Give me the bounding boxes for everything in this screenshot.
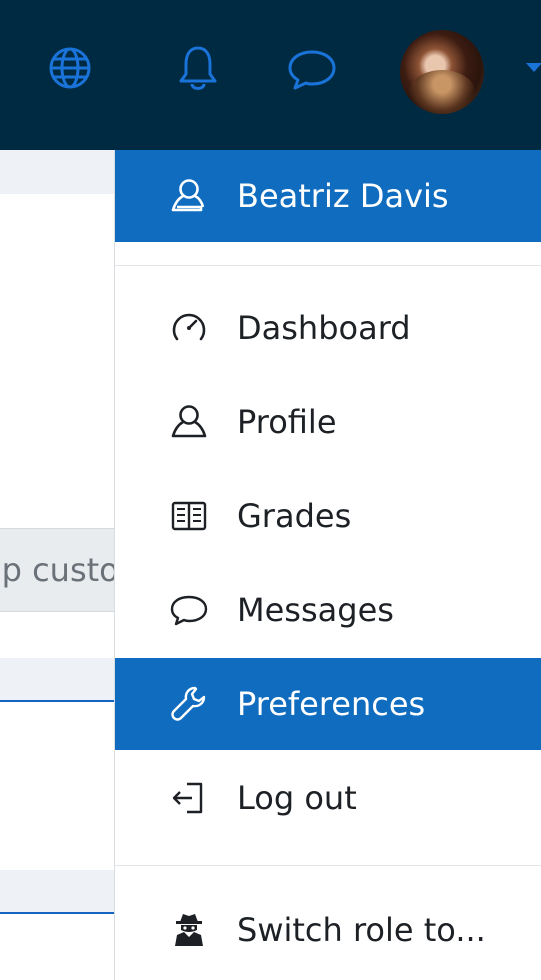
globe-icon[interactable] [42,40,98,96]
menu-item-logout[interactable]: Log out [115,752,541,844]
page-section-strip [0,658,114,702]
page-section-strip-2 [0,870,114,914]
menu-user-header[interactable]: Beatriz Davis [115,150,541,242]
user-icon [167,174,211,218]
menu-item-switch-role-label: Switch role to... [237,911,486,949]
menu-divider [115,865,541,866]
user-dropdown-menu: Beatriz Davis Dashboard Profile Grades M… [114,150,541,980]
user-secret-icon [167,908,211,952]
book-icon [167,494,211,538]
section-underline-2 [0,912,114,914]
menu-item-messages[interactable]: Messages [115,564,541,656]
menu-item-preferences-label: Preferences [237,685,426,723]
avatar[interactable] [400,30,484,114]
menu-item-logout-label: Log out [237,779,357,817]
speech-bubble-icon [167,588,211,632]
menu-item-dashboard[interactable]: Dashboard [115,282,541,374]
menu-item-grades-label: Grades [237,497,352,535]
menu-item-preferences[interactable]: Preferences [115,658,541,750]
speech-bubble-icon[interactable] [284,40,340,96]
user-icon [167,400,211,444]
menu-item-dashboard-label: Dashboard [237,309,411,347]
caret-down-icon[interactable] [526,63,541,72]
menu-item-profile-label: Profile [237,403,337,441]
menu-divider [115,265,541,266]
bell-icon[interactable] [170,40,226,96]
background-input-text: op custo [0,551,119,589]
background-input[interactable]: op custo [0,528,120,612]
menu-item-messages-label: Messages [237,591,394,629]
sign-out-icon [167,776,211,820]
section-underline [0,700,114,702]
menu-item-grades[interactable]: Grades [115,470,541,562]
menu-item-profile[interactable]: Profile [115,376,541,468]
top-navbar [0,0,541,150]
menu-item-switch-role[interactable]: Switch role to... [115,884,541,976]
wrench-icon [167,682,211,726]
page-header-strip [0,150,114,194]
menu-user-name: Beatriz Davis [237,177,449,215]
gauge-icon [167,306,211,350]
